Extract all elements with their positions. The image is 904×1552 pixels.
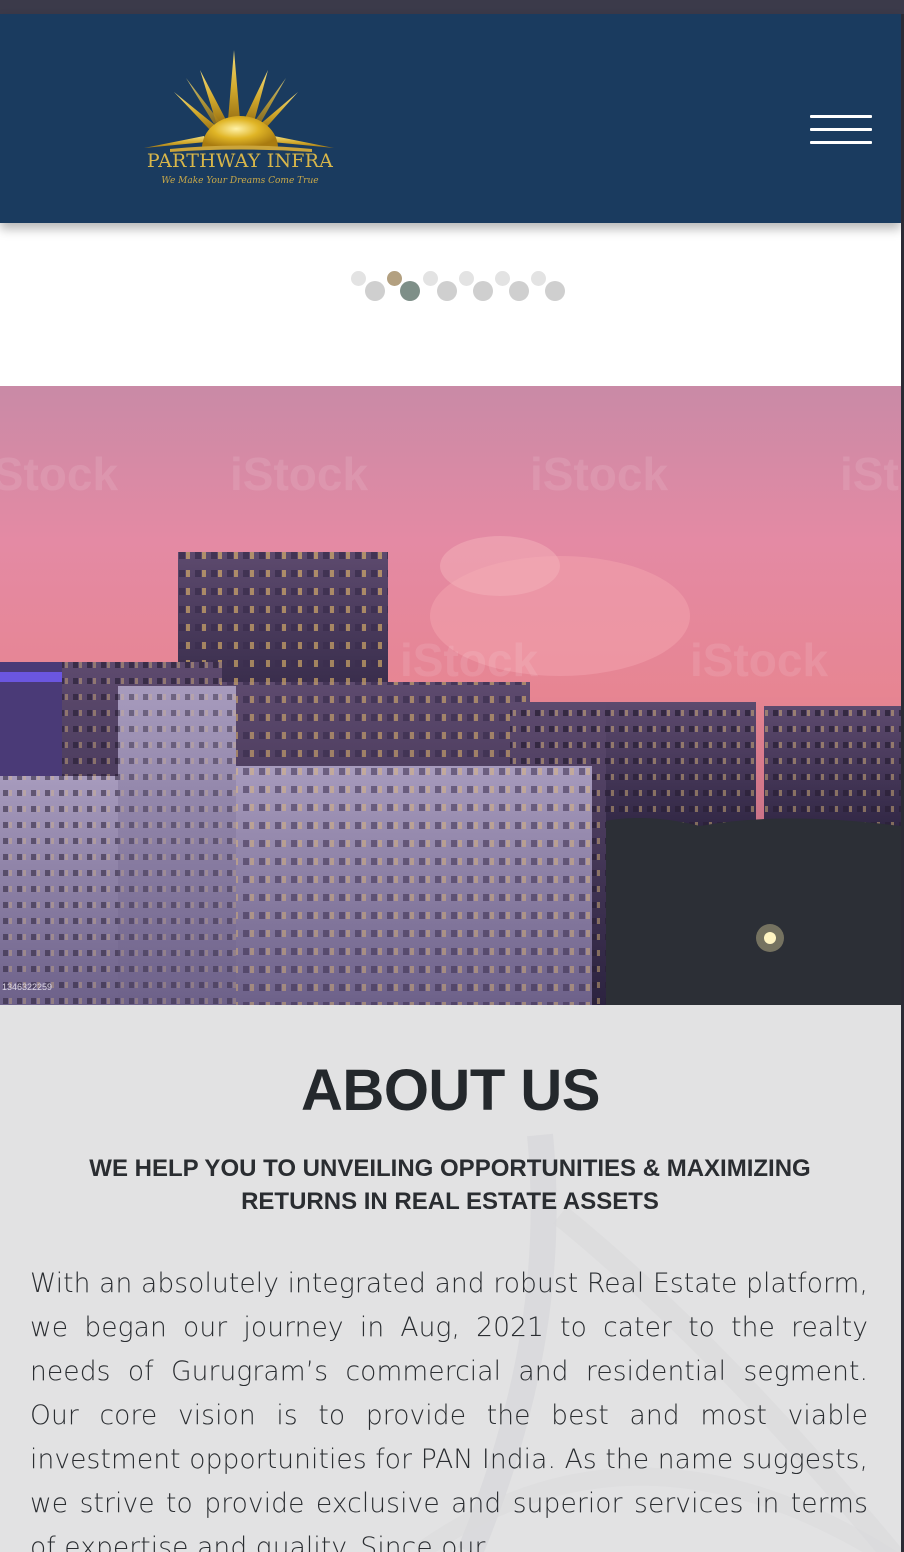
svg-text:iStock: iStock: [690, 634, 828, 686]
slider-dot[interactable]: [459, 271, 474, 286]
slider-pagination: [0, 268, 904, 308]
svg-text:iStock: iStock: [530, 448, 668, 500]
about-section: ABOUT US WE HELP YOU TO UNVEILING OPPORT…: [0, 1005, 901, 1552]
browser-top-strip: [0, 0, 904, 14]
logo-tagline: We Make Your Dreams Come True: [161, 176, 319, 186]
hero-city-image: iStock iStock iStock iStock iStock iStoc…: [0, 386, 901, 1005]
logo-brand-name: PARTHWAY INFRA: [146, 150, 334, 172]
about-subtitle: WE HELP YOU TO UNVEILING OPPORTUNITIES &…: [89, 1155, 811, 1215]
site-header: PARTHWAY INFRA We Make Your Dreams Come …: [0, 14, 901, 223]
slider-dot-active-marker[interactable]: [387, 271, 402, 286]
about-body-text: With an absolutely integrated and robust…: [30, 1268, 868, 1552]
slider-dot[interactable]: [531, 271, 546, 286]
svg-text:iStock: iStock: [0, 448, 118, 500]
slider-dot[interactable]: [473, 281, 493, 301]
slider-dot-active[interactable]: [400, 281, 420, 301]
slider-dot[interactable]: [365, 281, 385, 301]
svg-text:iStock: iStock: [230, 448, 368, 500]
slider-dot[interactable]: [423, 271, 438, 286]
sunburst-logo-icon: [144, 50, 334, 152]
hamburger-menu-icon[interactable]: [810, 115, 872, 147]
hero-image-id: 1346322259: [2, 982, 53, 992]
about-title: ABOUT US: [301, 1058, 600, 1123]
slider-dot[interactable]: [437, 281, 457, 301]
svg-text:iStock: iStock: [840, 448, 901, 500]
svg-text:iStock: iStock: [400, 634, 538, 686]
slider-dot[interactable]: [351, 271, 366, 286]
slider-dot[interactable]: [509, 281, 529, 301]
site-logo[interactable]: PARTHWAY INFRA We Make Your Dreams Come …: [140, 48, 340, 208]
slider-dot[interactable]: [495, 271, 510, 286]
slider-dot[interactable]: [545, 281, 565, 301]
